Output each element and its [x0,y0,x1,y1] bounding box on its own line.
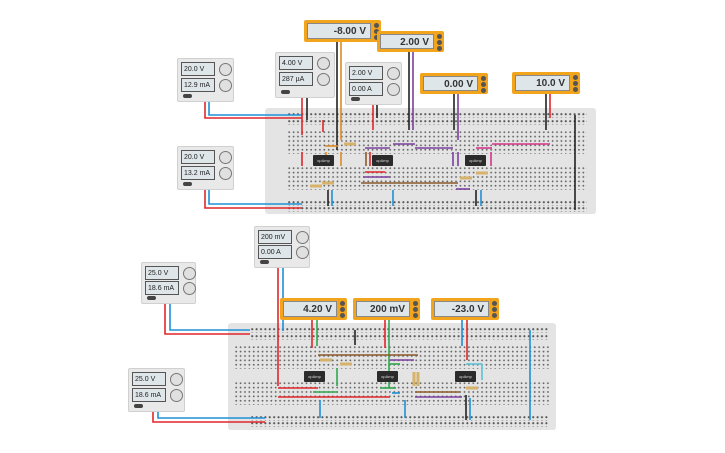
mode-button[interactable] [573,75,578,80]
current-display: 287 µA [279,72,313,86]
power-supply[interactable]: 20.0 V 12.9 mA [177,58,234,102]
power-supply[interactable]: 25.0 V 18.6 mA [128,368,185,412]
voltage-display: 4.00 V [279,56,313,70]
current-display: 18.6 mA [132,388,166,402]
mode-button[interactable] [437,46,442,51]
mode-button[interactable] [573,87,578,92]
power-switch[interactable] [134,404,143,408]
current-knob[interactable] [387,83,400,96]
voltage-knob[interactable] [219,151,232,164]
power-switch[interactable] [260,260,269,264]
voltage-knob[interactable] [170,373,183,386]
power-supply[interactable]: 20.0 V 13.2 mA [177,146,234,190]
voltage-display: 20.0 V [181,150,215,164]
mode-button[interactable] [340,301,345,306]
mode-button[interactable] [413,313,418,318]
current-knob[interactable] [183,282,196,295]
voltage-display: 25.0 V [132,372,166,386]
multimeter[interactable]: 2.00 V [377,31,444,52]
current-display: 18.6 mA [145,281,179,295]
voltage-knob[interactable] [317,57,330,70]
opamp-chip[interactable]: opAmp [377,371,398,382]
opamp-chip[interactable]: opAmp [372,155,393,166]
multimeter[interactable]: 10.0 V [512,72,580,94]
meter-reading: 4.20 V [283,301,337,317]
voltage-knob[interactable] [296,231,309,244]
current-knob[interactable] [317,73,330,86]
mode-button[interactable] [481,76,486,81]
power-supply[interactable]: 25.0 V 18.6 mA [141,262,196,304]
power-switch[interactable] [351,97,360,101]
mode-button[interactable] [437,40,442,45]
mode-button[interactable] [481,82,486,87]
voltage-knob[interactable] [183,267,196,280]
power-supply[interactable]: 200 mV 0.00 A [254,226,310,268]
multimeter[interactable]: -8.00 V [304,20,381,42]
opamp-chip[interactable]: opAmp [465,155,486,166]
meter-reading: 10.0 V [515,75,570,91]
meter-reading: 200 mV [356,301,410,317]
opamp-chip[interactable]: opAmp [304,371,325,382]
meter-reading: 0.00 V [423,76,478,91]
mode-button[interactable] [413,307,418,312]
current-display: 12.9 mA [181,78,215,92]
current-display: 13.2 mA [181,166,215,180]
multimeter[interactable]: -23.0 V [431,298,499,320]
mode-button[interactable] [340,313,345,318]
mode-button[interactable] [340,307,345,312]
multimeter[interactable]: 0.00 V [420,73,488,94]
mode-button[interactable] [374,23,379,28]
mode-button[interactable] [481,88,486,93]
voltage-display: 20.0 V [181,62,215,76]
voltage-display: 200 mV [258,230,292,244]
mode-button[interactable] [437,34,442,39]
voltage-knob[interactable] [219,63,232,76]
mode-button[interactable] [492,307,497,312]
voltage-display: 25.0 V [145,266,179,280]
power-switch[interactable] [183,94,192,98]
mode-button[interactable] [492,301,497,306]
current-display: 0.00 A [258,245,292,259]
power-supply[interactable]: 4.00 V 287 µA [275,52,335,98]
opamp-chip[interactable]: opAmp [455,371,476,382]
meter-reading: 2.00 V [380,34,434,49]
multimeter[interactable]: 200 mV [353,298,420,320]
voltage-display: 2.00 V [349,66,383,80]
voltage-knob[interactable] [387,67,400,80]
power-supply[interactable]: 2.00 V 0.00 A [345,62,402,105]
meter-reading: -23.0 V [434,301,489,317]
current-knob[interactable] [219,167,232,180]
opamp-chip[interactable]: opAmp [313,155,334,166]
mode-button[interactable] [492,313,497,318]
power-switch[interactable] [183,182,192,186]
power-switch[interactable] [281,90,290,94]
current-knob[interactable] [219,79,232,92]
current-display: 0.00 A [349,82,383,96]
mode-button[interactable] [413,301,418,306]
meter-reading: -8.00 V [307,23,371,39]
multimeter[interactable]: 4.20 V [280,298,347,320]
current-knob[interactable] [170,389,183,402]
mode-button[interactable] [573,81,578,86]
current-knob[interactable] [296,246,309,259]
power-switch[interactable] [147,296,156,300]
